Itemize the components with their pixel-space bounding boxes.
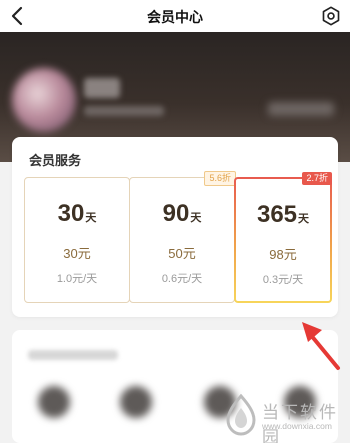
avatar bbox=[12, 68, 76, 132]
card-title: 会员服务 bbox=[29, 153, 82, 168]
plan-duration-number: 365 bbox=[256, 201, 298, 228]
gear-icon bbox=[322, 6, 340, 26]
membership-card: 会员服务 30天 30元 1.0元/天 5.6折 90天 50元 0.6元/天 … bbox=[12, 137, 338, 317]
plan-duration: 365天 bbox=[236, 201, 330, 229]
blurred-membership-info bbox=[268, 102, 334, 116]
watermark: 当下软件园 www.downxia.com bbox=[214, 392, 350, 443]
plan-price: 30元 bbox=[63, 246, 91, 261]
blurred-user-info bbox=[84, 106, 164, 116]
plan-price: 98元 bbox=[269, 247, 297, 262]
blurred-benefit-icon bbox=[38, 386, 70, 418]
blurred-section-title bbox=[28, 350, 118, 360]
plan-price-per-day: 0.3元/天 bbox=[262, 274, 304, 286]
plan-duration-number: 30 bbox=[57, 200, 85, 227]
discount-badge: 2.7折 bbox=[302, 172, 332, 185]
blurred-benefit-icon bbox=[120, 386, 152, 418]
plan-duration: 30天 bbox=[25, 200, 129, 228]
plan-price: 50元 bbox=[168, 246, 196, 261]
plan-duration-unit: 天 bbox=[298, 213, 310, 225]
page-title: 会员中心 bbox=[147, 9, 203, 25]
plan-duration: 90天 bbox=[130, 200, 234, 228]
settings-button[interactable] bbox=[320, 5, 342, 27]
top-bar: 会员中心 bbox=[0, 0, 350, 32]
watermark-logo-icon bbox=[226, 394, 256, 436]
plan-duration-unit: 天 bbox=[85, 212, 97, 224]
blurred-username bbox=[84, 78, 120, 98]
plan-30-days[interactable]: 30天 30元 1.0元/天 bbox=[24, 177, 130, 303]
red-arrow-icon bbox=[302, 322, 340, 370]
watermark-url: www.downxia.com bbox=[262, 421, 332, 431]
plan-duration-unit: 天 bbox=[190, 212, 202, 224]
plan-365-days-selected[interactable]: 2.7折 365天 98元 0.3元/天 bbox=[234, 172, 332, 303]
plan-90-days[interactable]: 5.6折 90天 50元 0.6元/天 bbox=[129, 171, 236, 303]
plan-price-per-day: 1.0元/天 bbox=[56, 273, 98, 285]
plan-duration-number: 90 bbox=[162, 200, 190, 227]
discount-badge: 5.6折 bbox=[204, 171, 236, 186]
plan-price-per-day: 0.6元/天 bbox=[161, 273, 203, 285]
